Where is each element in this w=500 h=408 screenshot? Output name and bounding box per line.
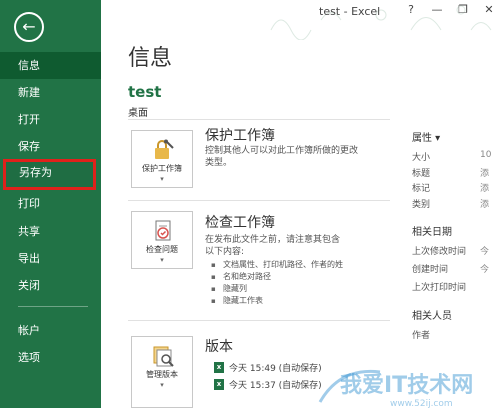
nav-item-options[interactable]: 选项 — [0, 344, 101, 371]
protect-workbook-button[interactable]: 保护工作簿 ▾ — [131, 130, 193, 188]
nav-item-print[interactable]: 打印 — [0, 190, 101, 217]
property-label: 标记 — [412, 184, 431, 194]
inspect-title: 检查工作簿 — [205, 215, 275, 231]
property-value[interactable]: 添 — [480, 181, 489, 194]
versions-title: 版本 — [205, 339, 233, 355]
related-people-header: 相关人员 — [412, 311, 452, 322]
chevron-down-icon: ▾ — [160, 175, 164, 183]
site-watermark-logo: 我爱IT技术网 www.52ij.com — [318, 369, 473, 408]
chevron-down-icon: ▾ — [160, 256, 164, 264]
nav-item-account[interactable]: 帐户 — [0, 317, 101, 344]
window-controls: ? — ❐ ✕ — [404, 3, 496, 16]
property-label: 标题 — [412, 169, 431, 179]
nav-divider — [18, 306, 88, 307]
manage-versions-icon — [153, 346, 174, 367]
nav-item-save-as[interactable]: 另存为 — [3, 159, 96, 190]
svg-text:我爱IT技术网: 我爱IT技术网 — [340, 373, 473, 398]
date-label: 创建时间 — [412, 265, 449, 275]
excel-file-icon: x — [214, 379, 224, 390]
nav-item-export[interactable]: 导出 — [0, 245, 101, 272]
back-arrow-icon[interactable]: ← — [14, 12, 44, 42]
people-label: 作者 — [412, 331, 431, 341]
minimize-icon[interactable]: — — [430, 3, 444, 16]
manage-versions-label: 管理版本 — [146, 370, 178, 379]
date-label: 上次修改时间 — [412, 247, 467, 257]
property-label: 大小 — [412, 153, 431, 163]
section-divider — [128, 119, 390, 120]
protect-title: 保护工作簿 — [205, 128, 275, 144]
list-item: 名和绝对路径 — [211, 271, 343, 283]
inspect-description: 在发布此文件之前，请注意其包含 以下内容: — [205, 235, 341, 257]
check-issues-button[interactable]: 检查问题 ▾ — [131, 211, 193, 269]
protect-workbook-label: 保护工作簿 — [142, 164, 182, 173]
list-item: 文档属性、打印机路径、作者的姓 — [211, 259, 343, 271]
title-bar: test - Excel ? — ❐ ✕ — [101, 0, 500, 40]
window-title: test - Excel — [319, 5, 381, 18]
list-item: 隐藏列 — [211, 283, 343, 295]
close-icon[interactable]: ✕ — [482, 3, 496, 16]
manage-versions-button[interactable]: 管理版本 ▾ — [131, 336, 193, 408]
nav-item-save[interactable]: 保存 — [0, 133, 101, 160]
nav-item-open[interactable]: 打开 — [0, 106, 101, 133]
date-value: 今 — [480, 265, 490, 275]
lock-key-icon — [155, 139, 174, 159]
date-label: 上次打印时间 — [412, 283, 467, 293]
excel-file-icon: x — [214, 362, 224, 373]
check-issues-label: 检查问题 — [146, 245, 178, 254]
date-value: 今 — [480, 247, 490, 257]
inspect-document-icon — [155, 220, 171, 241]
chevron-down-icon: ▾ — [160, 381, 164, 389]
related-dates-header: 相关日期 — [412, 227, 452, 238]
property-value[interactable]: 添 — [480, 166, 489, 179]
file-location: 桌面 — [128, 108, 148, 119]
protect-description: 控制其他人可以对此工作簿所做的更改 类型。 — [205, 146, 359, 168]
nav-item-share[interactable]: 共享 — [0, 218, 101, 245]
property-value[interactable]: 添 — [480, 197, 489, 210]
svg-text:www.52ij.com: www.52ij.com — [390, 399, 453, 408]
section-divider — [128, 320, 390, 321]
nav-item-info[interactable]: 信息 — [0, 52, 101, 79]
help-icon[interactable]: ? — [404, 3, 418, 16]
page-title: 信息 — [128, 46, 173, 71]
section-divider — [128, 200, 390, 201]
properties-header[interactable]: 属性 ▾ — [412, 129, 440, 144]
file-name: test — [128, 83, 162, 101]
nav-item-close[interactable]: 关闭 — [0, 272, 101, 299]
restore-icon[interactable]: ❐ — [456, 3, 470, 16]
property-value: 10 — [480, 150, 492, 160]
property-label: 类别 — [412, 200, 431, 210]
list-item: 隐藏工作表 — [211, 295, 343, 307]
nav-item-new[interactable]: 新建 — [0, 79, 101, 106]
backstage-sidebar: ← 信息 新建 打开 保存 另存为 打印 共享 导出 关闭 帐户 选项 — [0, 0, 101, 408]
inspect-bullet-list: 文档属性、打印机路径、作者的姓 名和绝对路径 隐藏列 隐藏工作表 — [211, 259, 343, 307]
